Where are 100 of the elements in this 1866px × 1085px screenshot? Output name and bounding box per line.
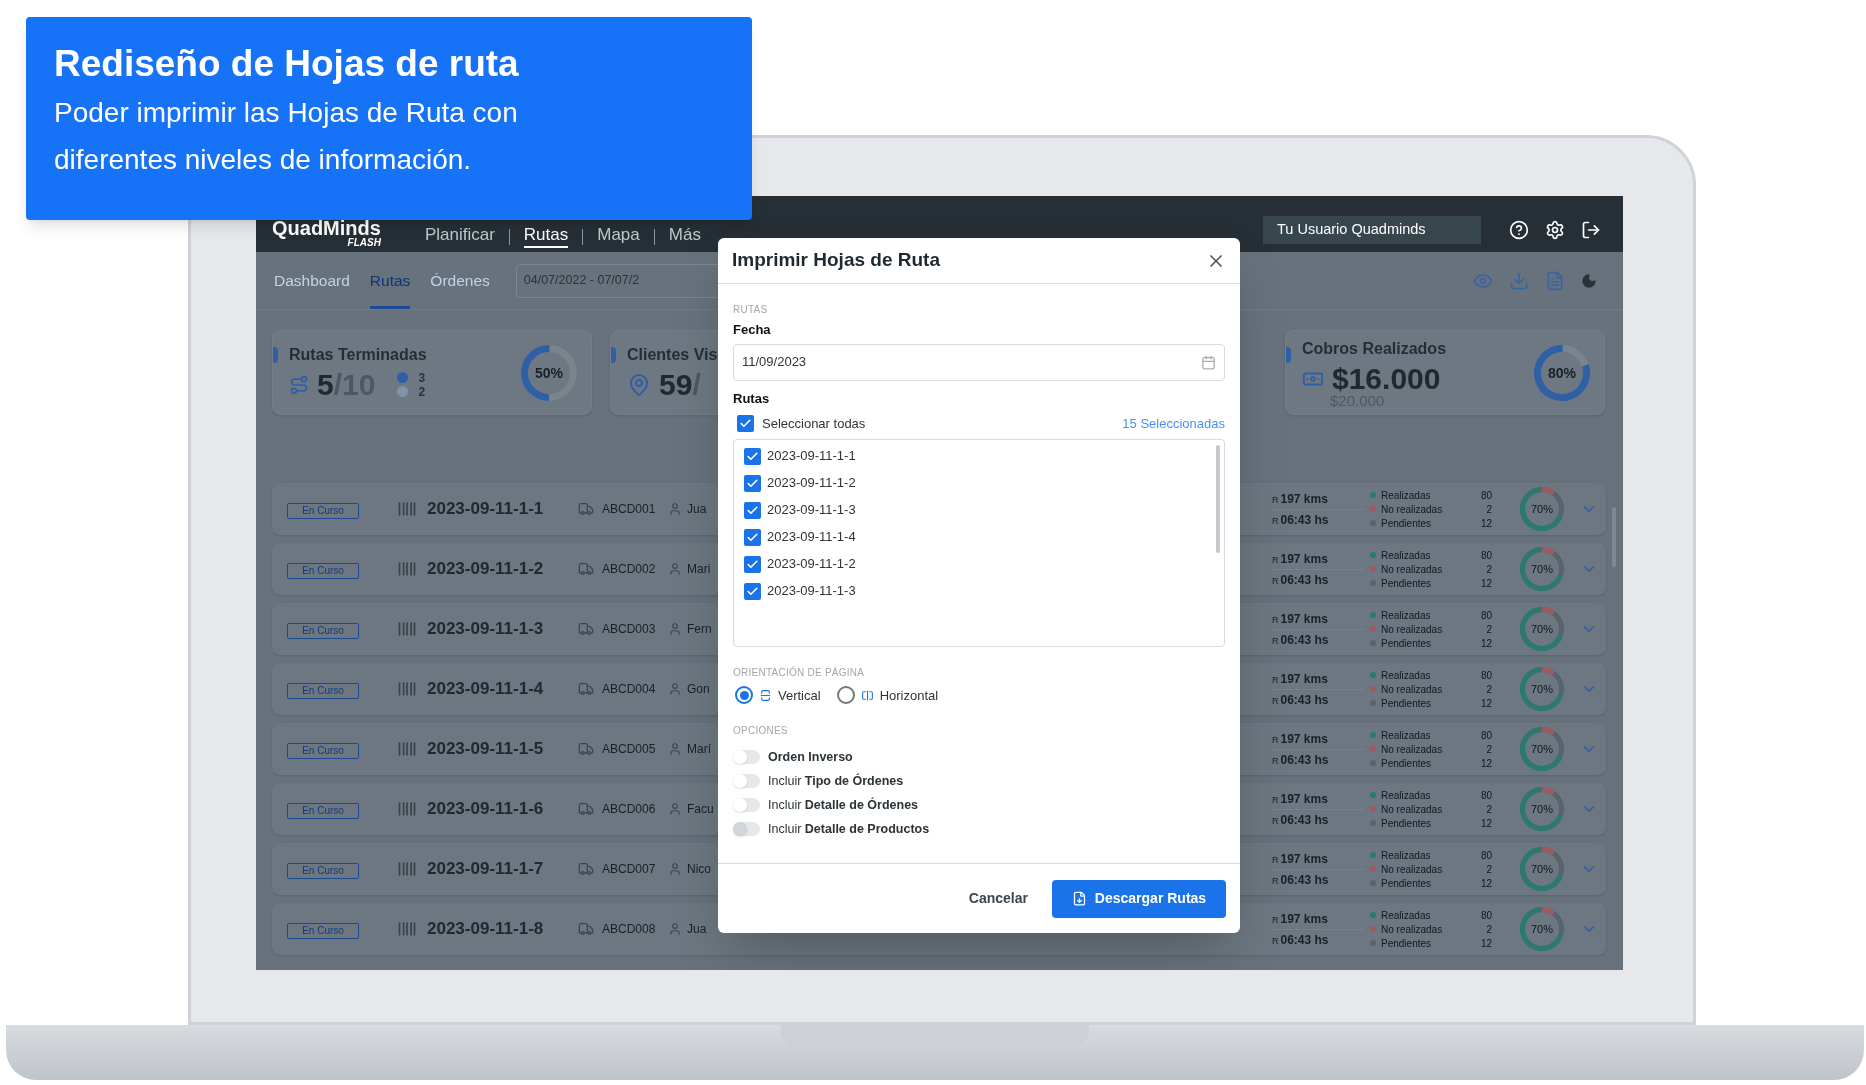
field-label: Fecha (733, 321, 772, 339)
stat-count: 12 (1480, 876, 1492, 891)
distance-mark: R (1272, 913, 1279, 927)
option-label: Incluir Tipo de Órdenes (768, 772, 904, 790)
duration-mark: R (1272, 634, 1279, 648)
route-id: 2023-09-11-1-4 (427, 678, 545, 701)
status-badge: En Curso (287, 562, 359, 579)
route-distance: 197 kms (1280, 610, 1328, 628)
vehicle-code: ABCD006 (602, 801, 657, 818)
stat-label: No realizadas (1381, 682, 1443, 697)
route-duration: 06:43 hs (1280, 871, 1329, 889)
legend-count: 3 (418, 370, 426, 385)
stat-label: Realizadas (1381, 668, 1431, 683)
stat-count: 12 (1480, 636, 1492, 651)
ring-percent: 70% (1531, 741, 1553, 757)
stat-label: Realizadas (1381, 608, 1431, 623)
stat-count: 2 (1486, 682, 1492, 697)
stat-count: 12 (1480, 696, 1492, 711)
radio-label: Horizontal (879, 686, 939, 705)
route-id: 2023-09-11-1-6 (427, 798, 545, 821)
route-duration: 06:43 hs (1280, 631, 1329, 649)
distance-mark: R (1272, 493, 1279, 507)
duration-mark: R (1272, 514, 1279, 528)
checkbox-label: 2023-09-11-1-3 (767, 582, 856, 601)
checkbox-label: 2023-09-11-1-3 (767, 501, 856, 520)
status-badge: En Curso (287, 742, 359, 759)
route-distance: 197 kms (1280, 910, 1328, 928)
driver-name: Mari (687, 561, 711, 578)
ring-percent: 70% (1531, 501, 1553, 517)
stat-label: No realizadas (1381, 562, 1443, 577)
radio-label: Vertical (778, 686, 821, 705)
route-id: 2023-09-11-1-3 (427, 618, 545, 641)
route-distance: 197 kms (1280, 550, 1328, 568)
stat-count: 2 (1486, 562, 1492, 577)
duration-mark: R (1272, 694, 1279, 708)
driver-name: Facu (687, 801, 714, 818)
route-duration: 06:43 hs (1280, 691, 1329, 709)
stat-count: 2 (1486, 502, 1492, 517)
status-badge: En Curso (287, 682, 359, 699)
route-distance: 197 kms (1280, 730, 1328, 748)
distance-mark: R (1272, 613, 1279, 627)
stat-count: 80 (1480, 668, 1492, 683)
stat-count: 80 (1480, 488, 1492, 503)
section-heading: OPCIONES (733, 724, 789, 738)
option-label: Incluir Detalle de Productos (768, 820, 930, 838)
driver-name: Jua (687, 501, 707, 518)
checkbox-label: 2023-09-11-1-1 (767, 447, 856, 466)
stat-label: Pendientes (1381, 516, 1432, 531)
stat-count: 80 (1480, 548, 1492, 563)
stat-label: Realizadas (1381, 728, 1431, 743)
route-duration: 06:43 hs (1280, 751, 1329, 769)
stat-count: 80 (1480, 728, 1492, 743)
vehicle-code: ABCD003 (602, 621, 657, 638)
field-label: Rutas (733, 389, 771, 408)
checkbox-label: 2023-09-11-1-4 (767, 528, 856, 547)
vehicle-code: ABCD004 (602, 681, 657, 698)
driver-name: Marí (687, 741, 711, 758)
vehicle-code: ABCD007 (602, 861, 657, 878)
stat-label: Pendientes (1381, 636, 1432, 651)
route-distance: 197 kms (1280, 490, 1328, 508)
stat-label: No realizadas (1381, 622, 1443, 637)
driver-name: Jua (687, 921, 707, 938)
vehicle-code: ABCD005 (602, 741, 657, 758)
stat-label: Pendientes (1381, 936, 1432, 951)
distance-mark: R (1272, 733, 1279, 747)
stat-count: 12 (1480, 756, 1492, 771)
status-badge: En Curso (287, 862, 359, 879)
vehicle-code: ABCD008 (602, 921, 657, 938)
card-value: 5 (317, 366, 334, 403)
stat-label: No realizadas (1381, 922, 1443, 937)
stat-count: 12 (1480, 816, 1492, 831)
distance-mark: R (1272, 853, 1279, 867)
checkbox-label: Seleccionar todas (762, 415, 866, 433)
vehicle-code: ABCD002 (602, 561, 657, 578)
status-badge: En Curso (287, 922, 359, 939)
driver-name: Nico (687, 861, 711, 878)
stat-label: Pendientes (1381, 756, 1432, 771)
section-heading: ORIENTACIÓN DE PÁGINA (733, 665, 866, 680)
ring-percent: 70% (1531, 621, 1553, 637)
distance-mark: R (1272, 673, 1279, 687)
route-id: 2023-09-11-1-7 (427, 858, 545, 881)
stat-count: 2 (1486, 622, 1492, 637)
status-badge: En Curso (287, 802, 359, 819)
stat-label: Pendientes (1381, 696, 1432, 711)
stat-label: Realizadas (1381, 848, 1431, 863)
route-duration: 06:43 hs (1280, 511, 1329, 529)
stat-count: 2 (1486, 862, 1492, 877)
option-label: Incluir Detalle de Órdenes (768, 796, 919, 814)
ring-percent: 70% (1531, 921, 1553, 937)
stat-count: 80 (1480, 848, 1492, 863)
callout-title: Rediseño de Hojas de ruta (54, 42, 520, 86)
stat-count: 2 (1486, 742, 1492, 757)
ring-percent: 50% (535, 363, 563, 382)
stat-label: No realizadas (1381, 502, 1443, 517)
card-total: / (692, 366, 701, 403)
stat-label: Pendientes (1381, 576, 1432, 591)
stat-label: No realizadas (1381, 802, 1443, 817)
stat-label: Realizadas (1381, 488, 1431, 503)
stat-label: No realizadas (1381, 742, 1443, 757)
route-distance: 197 kms (1280, 670, 1328, 688)
